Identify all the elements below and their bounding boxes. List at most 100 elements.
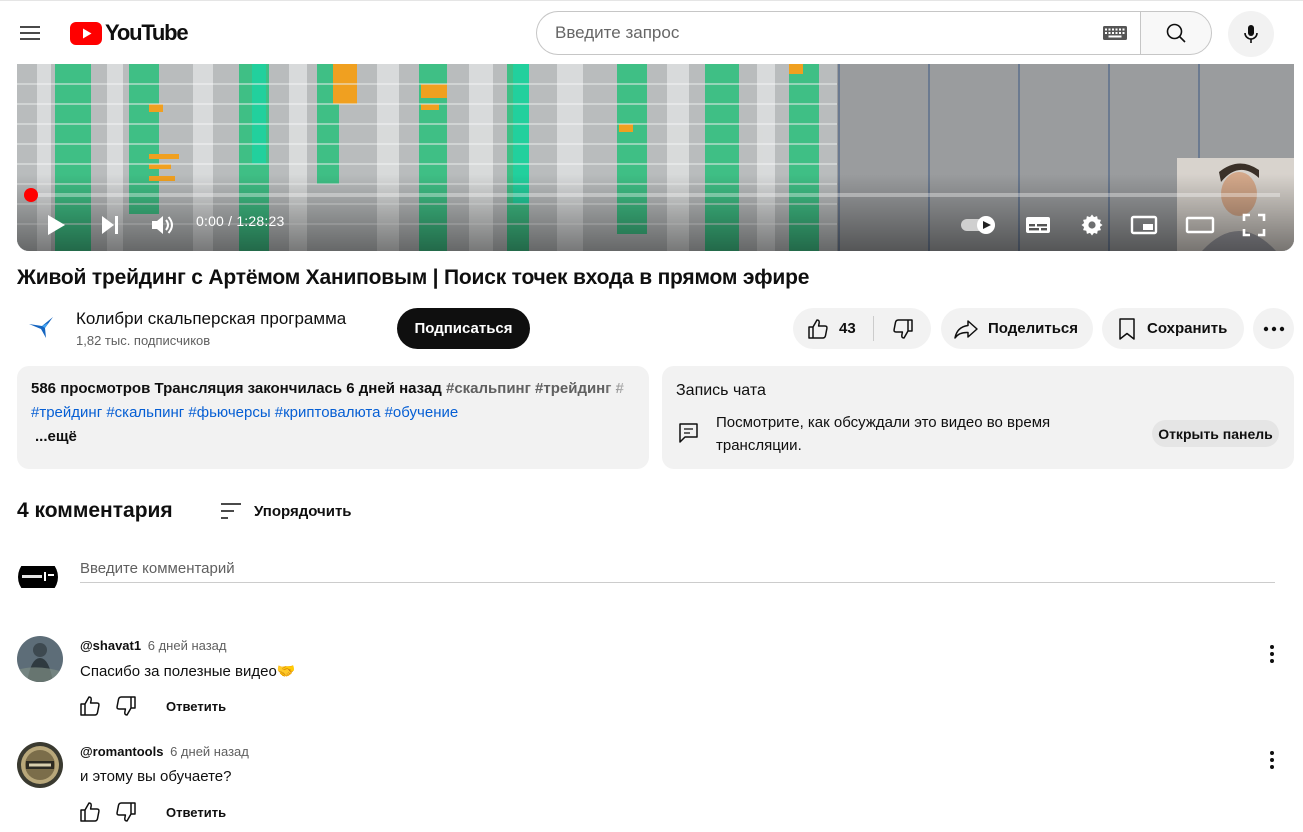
progress-bar[interactable]	[31, 193, 1280, 197]
more-horizontal-icon	[1263, 326, 1284, 331]
time-display: 0:00 / 1:28:23	[196, 213, 285, 229]
gear-icon	[1081, 214, 1103, 236]
sort-label: Упорядочить	[254, 502, 352, 520]
chat-icon	[679, 423, 698, 443]
channel-name[interactable]: Колибри скальперская программа	[76, 309, 346, 329]
search-input[interactable]	[536, 11, 1140, 55]
fullscreen-icon	[1242, 213, 1266, 237]
comment-text: Спасибо за полезные видео🤝	[80, 663, 296, 680]
search-button[interactable]	[1140, 11, 1212, 55]
comment-menu-button[interactable]	[1260, 748, 1284, 772]
chat-replay-title: Запись чата	[676, 382, 766, 399]
play-button[interactable]	[41, 210, 71, 240]
autoplay-toggle[interactable]	[959, 210, 999, 240]
more-actions-button[interactable]	[1253, 308, 1294, 349]
subscribe-button[interactable]: Подписаться	[397, 308, 530, 349]
thumbs-down-icon[interactable]	[114, 694, 138, 718]
current-user-avatar[interactable]	[18, 557, 58, 597]
description-fade	[605, 380, 635, 401]
subtitles-icon	[1026, 217, 1050, 233]
theater-mode-icon	[1185, 216, 1215, 234]
autoplay-toggle-icon	[961, 216, 995, 234]
add-comment-input[interactable]	[80, 555, 1275, 583]
theater-mode-button[interactable]	[1181, 210, 1219, 240]
reply-button[interactable]: Ответить	[166, 805, 226, 820]
save-button[interactable]: Сохранить	[1102, 308, 1244, 349]
comment-item: @romantools 6 дней назад и этому вы обуч…	[0, 742, 1303, 832]
voice-search-button[interactable]	[1228, 11, 1274, 57]
youtube-logo[interactable]: YouTube	[70, 20, 189, 45]
progress-scrubber[interactable]	[24, 188, 38, 202]
video-title: Живой трейдинг с Артёмом Ханиповым | Пои…	[17, 266, 810, 289]
youtube-play-logo-icon	[70, 21, 102, 45]
avatar-image	[17, 636, 63, 682]
comment-menu-button[interactable]	[1260, 642, 1284, 666]
chat-replay-card: Запись чата Посмотрите, как обсуждали эт…	[662, 366, 1294, 469]
fullscreen-button[interactable]	[1239, 210, 1269, 240]
show-more-link[interactable]: ...ещё	[35, 428, 635, 445]
keyboard-icon[interactable]	[1102, 25, 1128, 41]
miniplayer-button[interactable]	[1127, 210, 1161, 240]
like-dislike-group: 43	[793, 308, 931, 349]
open-chat-panel-button[interactable]: Открыть панель	[1152, 420, 1279, 447]
miniplayer-icon	[1130, 215, 1158, 235]
thumbs-up-icon	[808, 318, 828, 339]
mute-button[interactable]	[147, 210, 177, 240]
avatar-image	[17, 742, 63, 788]
subtitles-button[interactable]	[1021, 210, 1055, 240]
description-meta-line: 586 просмотров Трансляция закончилась 6 …	[31, 380, 635, 401]
like-count: 43	[839, 320, 856, 337]
thumbs-up-icon[interactable]	[78, 694, 102, 718]
comment-count: 4 комментария	[17, 499, 173, 522]
like-button[interactable]: 43	[793, 308, 873, 349]
skip-next-icon	[102, 216, 118, 234]
thumbs-down-icon	[892, 318, 913, 339]
video-player[interactable]: 0:00 / 1:28:23	[17, 64, 1294, 251]
comment-item: @shavat1 6 дней назад Спасибо за полезны…	[0, 636, 1303, 736]
share-icon	[954, 319, 978, 339]
more-vertical-icon	[1270, 751, 1274, 769]
settings-button[interactable]	[1077, 210, 1107, 240]
comment-actions: Ответить	[78, 694, 226, 718]
comment-time[interactable]: 6 дней назад	[148, 638, 227, 653]
user-logo-icon	[22, 572, 54, 581]
description-box[interactable]: 586 просмотров Трансляция закончилась 6 …	[17, 366, 649, 469]
comment-text: и этому вы обучаете?	[80, 768, 232, 785]
current-user-avatar-image	[18, 566, 58, 588]
chat-replay-description: Посмотрите, как обсуждали это видео во в…	[716, 414, 1051, 454]
reply-button[interactable]: Ответить	[166, 699, 226, 714]
share-label: Поделиться	[988, 320, 1079, 337]
hummingbird-logo-icon	[29, 317, 53, 338]
comment-header: @shavat1 6 дней назад	[80, 638, 226, 653]
hamburger-icon	[20, 26, 40, 40]
comment-author[interactable]: @shavat1	[80, 638, 141, 653]
comment-time[interactable]: 6 дней назад	[170, 744, 249, 759]
microphone-icon	[1244, 25, 1258, 43]
view-count-and-date: 586 просмотров Трансляция закончилась 6 …	[31, 380, 442, 397]
menu-button[interactable]	[10, 13, 50, 53]
bookmark-icon	[1119, 317, 1135, 340]
description-hashtags[interactable]: #трейдинг #скальпинг #фьючерсы #криптова…	[31, 404, 635, 425]
subscriber-count: 1,82 тыс. подписчиков	[76, 333, 211, 348]
more-vertical-icon	[1270, 645, 1274, 663]
dislike-button[interactable]	[874, 308, 931, 349]
share-button[interactable]: Поделиться	[941, 308, 1093, 349]
thumbs-up-icon[interactable]	[78, 800, 102, 824]
sort-comments-button[interactable]: Упорядочить	[219, 499, 352, 523]
search-bar	[536, 11, 1212, 55]
comment-author-avatar[interactable]	[17, 742, 63, 788]
search-icon	[1166, 23, 1186, 43]
comment-author-avatar[interactable]	[17, 636, 63, 682]
description-top-tags[interactable]: #скальпинг #трейдинг #	[446, 380, 624, 397]
sort-icon	[221, 503, 241, 519]
thumbs-down-icon[interactable]	[114, 800, 138, 824]
volume-icon	[152, 216, 173, 234]
logo-text: YouTube	[105, 20, 189, 45]
save-label: Сохранить	[1147, 320, 1228, 337]
channel-avatar[interactable]	[21, 307, 61, 347]
next-button[interactable]	[95, 210, 125, 240]
top-bar: YouTube	[0, 0, 1303, 64]
comment-actions: Ответить	[78, 800, 226, 824]
play-icon	[48, 215, 65, 235]
comment-author[interactable]: @romantools	[80, 744, 163, 759]
